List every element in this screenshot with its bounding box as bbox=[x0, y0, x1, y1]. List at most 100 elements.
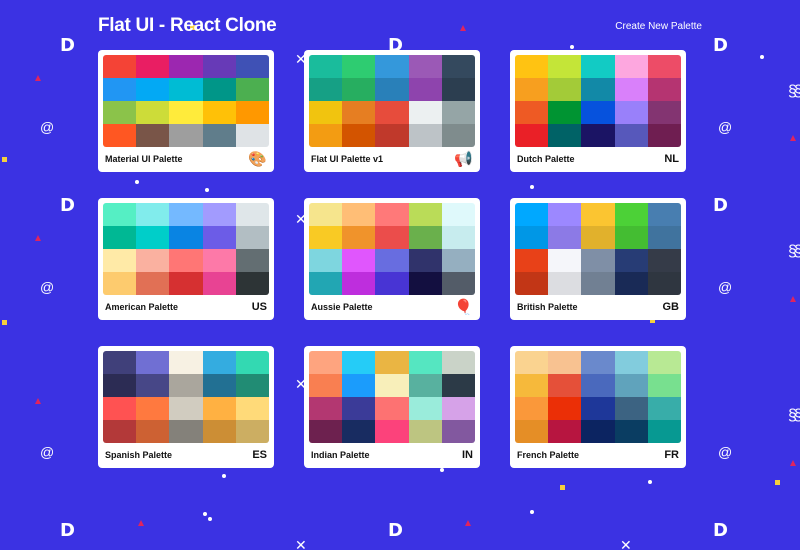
palette-card[interactable]: French Palette FR bbox=[510, 346, 686, 468]
color-swatch bbox=[202, 272, 236, 295]
color-swatch bbox=[169, 249, 203, 272]
color-swatch bbox=[103, 226, 137, 249]
create-new-palette-link[interactable]: Create New Palette bbox=[615, 21, 702, 32]
palette-footer: Spanish Palette ES bbox=[103, 443, 269, 466]
color-swatch bbox=[136, 55, 170, 78]
color-swatch bbox=[202, 397, 236, 420]
color-swatch bbox=[441, 55, 475, 78]
color-swatch bbox=[614, 374, 648, 397]
color-swatch bbox=[581, 78, 615, 101]
color-swatch bbox=[515, 351, 549, 374]
color-swatch bbox=[408, 55, 442, 78]
color-swatch bbox=[375, 203, 409, 226]
color-swatch bbox=[647, 101, 681, 124]
palette-card[interactable]: American Palette US bbox=[98, 198, 274, 320]
color-swatch bbox=[169, 351, 203, 374]
color-swatch bbox=[647, 55, 681, 78]
palette-card[interactable]: Spanish Palette ES bbox=[98, 346, 274, 468]
palette-footer: Indian Palette IN bbox=[309, 443, 475, 466]
x-shape-icon: ✕ bbox=[620, 537, 632, 550]
color-swatch bbox=[614, 420, 648, 443]
color-swatch bbox=[169, 420, 203, 443]
app-title: Flat UI - React Clone bbox=[98, 15, 277, 36]
x-shape-icon: ✕ bbox=[295, 537, 307, 550]
color-swatch bbox=[647, 351, 681, 374]
color-swatch bbox=[515, 124, 549, 147]
color-swatch bbox=[614, 351, 648, 374]
color-swatch bbox=[441, 101, 475, 124]
color-swatch bbox=[375, 226, 409, 249]
color-swatch bbox=[202, 203, 236, 226]
color-swatch bbox=[169, 124, 203, 147]
palette-card[interactable]: Flat UI Palette v1 📢 bbox=[304, 50, 480, 172]
palette-footer: Material UI Palette 🎨 bbox=[103, 147, 269, 170]
color-swatch bbox=[309, 272, 343, 295]
triangle-icon bbox=[790, 135, 796, 141]
color-swatch bbox=[136, 203, 170, 226]
color-swatch bbox=[375, 124, 409, 147]
palette-card[interactable]: Material UI Palette 🎨 bbox=[98, 50, 274, 172]
squiggle-icon: §§ bbox=[788, 243, 800, 260]
color-swatch bbox=[202, 351, 236, 374]
color-swatch bbox=[581, 101, 615, 124]
color-swatch bbox=[235, 55, 269, 78]
color-swatch bbox=[235, 124, 269, 147]
color-swatch bbox=[548, 374, 582, 397]
color-swatch bbox=[581, 249, 615, 272]
color-swatch bbox=[581, 420, 615, 443]
color-swatch bbox=[169, 374, 203, 397]
color-swatch bbox=[169, 203, 203, 226]
dot-icon bbox=[222, 474, 226, 478]
d-shape-icon: D bbox=[60, 520, 75, 541]
palette-name: Material UI Palette bbox=[105, 153, 183, 164]
color-swatch bbox=[548, 55, 582, 78]
square-icon bbox=[2, 157, 7, 162]
color-swatch bbox=[235, 203, 269, 226]
color-swatch bbox=[581, 374, 615, 397]
triangle-icon bbox=[790, 460, 796, 466]
color-swatch bbox=[136, 374, 170, 397]
color-swatch bbox=[614, 55, 648, 78]
d-shape-icon: D bbox=[713, 35, 728, 56]
spiral-icon: @ bbox=[718, 119, 733, 135]
square-icon bbox=[2, 320, 7, 325]
color-swatch bbox=[647, 397, 681, 420]
palette-footer: French Palette FR bbox=[515, 443, 681, 466]
color-swatch bbox=[581, 226, 615, 249]
color-swatch bbox=[441, 249, 475, 272]
color-swatch bbox=[375, 374, 409, 397]
color-swatch bbox=[515, 55, 549, 78]
color-swatch bbox=[614, 124, 648, 147]
palette-card[interactable]: Aussie Palette 🎈 bbox=[304, 198, 480, 320]
dot-icon bbox=[208, 517, 212, 521]
color-swatch bbox=[202, 249, 236, 272]
color-swatch bbox=[136, 124, 170, 147]
spiral-icon: @ bbox=[40, 444, 55, 460]
palette-card[interactable]: Indian Palette IN bbox=[304, 346, 480, 468]
palette-card[interactable]: British Palette GB bbox=[510, 198, 686, 320]
color-swatch bbox=[202, 374, 236, 397]
palette-emoji: US bbox=[251, 300, 267, 313]
color-swatch bbox=[103, 351, 137, 374]
color-swatch bbox=[309, 351, 343, 374]
color-swatch bbox=[375, 397, 409, 420]
color-swatch bbox=[614, 203, 648, 226]
color-swatch bbox=[169, 78, 203, 101]
color-swatch bbox=[515, 374, 549, 397]
color-swatch bbox=[169, 226, 203, 249]
color-swatch bbox=[309, 124, 343, 147]
color-swatch bbox=[581, 397, 615, 420]
color-swatch bbox=[103, 397, 137, 420]
color-swatch bbox=[614, 101, 648, 124]
palette-card[interactable]: Dutch Palette NL bbox=[510, 50, 686, 172]
color-swatch bbox=[202, 78, 236, 101]
color-swatch bbox=[235, 397, 269, 420]
palette-colors bbox=[309, 351, 475, 443]
color-swatch bbox=[408, 272, 442, 295]
color-swatch bbox=[136, 226, 170, 249]
dot-icon bbox=[203, 512, 207, 516]
color-swatch bbox=[235, 101, 269, 124]
d-shape-icon: D bbox=[713, 520, 728, 541]
color-swatch bbox=[408, 420, 442, 443]
palette-colors bbox=[103, 55, 269, 147]
